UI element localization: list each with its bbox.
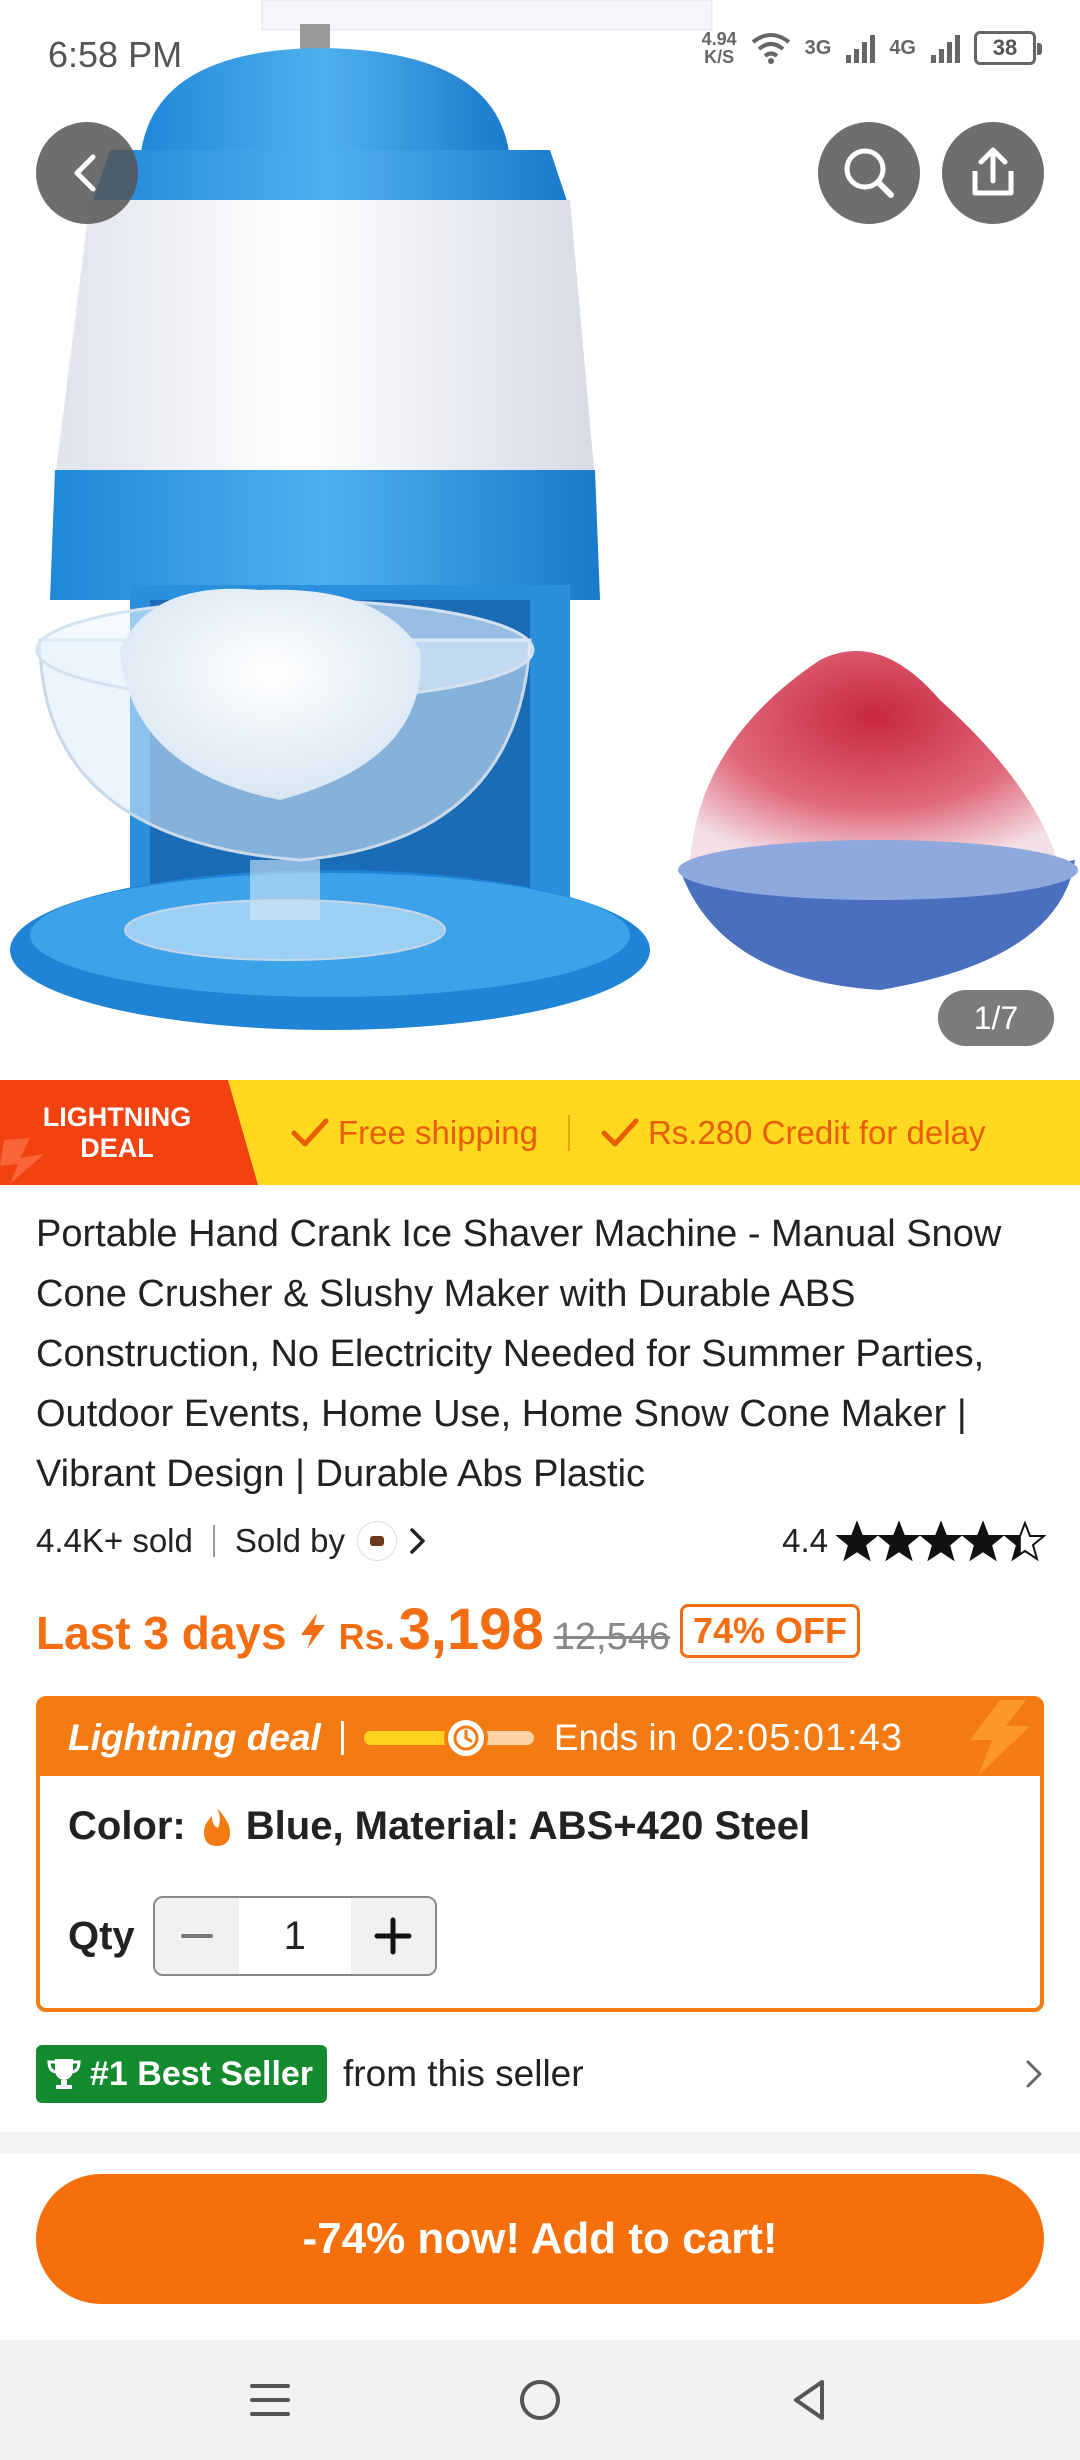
star-half-icon	[1004, 1520, 1046, 1562]
checkmark-icon	[291, 1118, 329, 1146]
best-seller-row[interactable]: #1 Best Seller from this seller	[36, 2044, 1046, 2104]
price-row: Last 3 days Rs. 3,198 12,546 74% OFF	[36, 1596, 861, 1666]
product-meta-row: 4.4K+ sold Sold by 4.4	[36, 1516, 1046, 1566]
lightning-deal-box: Lightning deal Ends in 02:05:01:43 Color…	[36, 1696, 1044, 2012]
rating-stars	[836, 1520, 1046, 1562]
sold-by-label[interactable]: Sold by	[235, 1522, 345, 1560]
quantity-value[interactable]: 1	[238, 1898, 351, 1974]
nav-back-button[interactable]	[770, 2364, 850, 2436]
lightning-deal-label: Lightning deal	[68, 1717, 321, 1758]
star-filled-icon	[878, 1520, 920, 1562]
lightning-bolt-decoration-icon	[970, 1700, 1030, 1776]
seller-logo[interactable]	[356, 1521, 397, 1561]
banner-benefits: Free shipping Rs.280 Credit for delay	[290, 1080, 985, 1185]
quantity-label: Qty	[68, 1913, 135, 1958]
product-image-gallery[interactable]: 6:58 PM 4.94 K/S 3G 4G 38 1/7	[0, 0, 1080, 1080]
signal-3g-label: 3G	[804, 36, 832, 59]
trophy-icon	[47, 2059, 81, 2089]
quantity-stepper[interactable]: 1	[152, 1896, 437, 1976]
discount-badge: 74% OFF	[680, 1604, 861, 1658]
best-seller-badge: #1 Best Seller	[36, 2045, 328, 2103]
selected-color-value: Blue, Material: ABS+420 Steel	[245, 1804, 811, 1848]
share-icon	[972, 147, 1014, 196]
status-bar: 6:58 PM 4.94 K/S 3G 4G 38	[0, 0, 1080, 110]
bottom-action-bar: -74% now! Add to cart!	[0, 2154, 1080, 2340]
signal-bars-icon	[931, 35, 960, 63]
increase-quantity-button[interactable]	[350, 1898, 435, 1974]
header-divider	[340, 1721, 344, 1755]
banner-divider	[567, 1114, 570, 1151]
image-page-indicator: 1/7	[938, 990, 1054, 1046]
product-title: Portable Hand Crank Ice Shaver Machine -…	[36, 1213, 1002, 1495]
best-seller-label: #1 Best Seller	[90, 2054, 314, 2093]
best-seller-text: from this seller	[343, 2053, 584, 2094]
checkmark-icon	[601, 1118, 639, 1146]
countdown-timer: 02:05:01:43	[691, 1716, 903, 1759]
last-days-label: Last 3 days	[36, 1607, 287, 1659]
free-shipping-text: Free shipping	[338, 1113, 538, 1151]
current-price: 3,198	[398, 1597, 544, 1662]
deal-banner: LIGHTNING DEAL Free shipping Rs.280 Cred…	[0, 1080, 1080, 1185]
rating-value: 4.4	[782, 1522, 828, 1559]
lightning-deal-tag: LIGHTNING DEAL	[0, 1080, 258, 1185]
battery-icon: 38	[974, 31, 1042, 65]
signal-4g-label: 4G	[889, 36, 916, 59]
color-option-row[interactable]: Color: Blue, Material: ABS+420 Steel	[68, 1804, 810, 1849]
sold-count: 4.4K+ sold	[36, 1522, 193, 1559]
decrease-quantity-button[interactable]	[154, 1898, 239, 1974]
flame-icon	[203, 1807, 230, 1846]
network-speed-value: 4.94	[701, 29, 737, 49]
quantity-row: Qty 1	[68, 1896, 437, 1976]
star-filled-icon	[836, 1520, 878, 1562]
share-button[interactable]	[942, 122, 1044, 224]
lightning-deal-header: Lightning deal Ends in 02:05:01:43	[40, 1700, 1040, 1776]
back-button[interactable]	[36, 122, 138, 224]
status-icons: 4.94 K/S 3G 4G 38	[702, 30, 1042, 66]
network-speed: 4.94 K/S	[702, 30, 737, 66]
lightning-bolt-icon	[300, 1613, 325, 1649]
nav-menu-button[interactable]	[230, 2364, 310, 2436]
original-price: 12,546	[553, 1616, 670, 1658]
deal-progress-bar	[363, 1716, 534, 1760]
search-icon	[844, 148, 894, 198]
color-label: Color:	[68, 1804, 186, 1848]
section-divider	[0, 2132, 1080, 2154]
minus-icon	[180, 1934, 213, 1938]
network-speed-unit: K/S	[704, 47, 735, 67]
home-circle-icon	[520, 2380, 560, 2420]
star-filled-icon	[962, 1520, 1004, 1562]
status-time: 6:58 PM	[48, 34, 183, 75]
price-currency: Rs.	[338, 1616, 395, 1657]
lightning-tag-text: LIGHTNING DEAL	[0, 1102, 234, 1164]
search-button[interactable]	[818, 122, 920, 224]
back-triangle-icon	[794, 2380, 824, 2420]
lightning-tag-line1: LIGHTNING	[42, 1102, 192, 1132]
credit-for-delay-text: Rs.280 Credit for delay	[647, 1113, 986, 1151]
star-filled-icon	[920, 1520, 962, 1562]
lightning-tag-line2: DEAL	[80, 1133, 154, 1163]
menu-icon	[250, 2384, 290, 2416]
plus-icon	[374, 1917, 412, 1955]
add-to-cart-button[interactable]: -74% now! Add to cart!	[36, 2174, 1044, 2304]
system-navigation-bar	[0, 2340, 1080, 2460]
meta-divider	[212, 1525, 215, 1557]
clock-icon	[443, 1716, 488, 1760]
product-rating[interactable]: 4.4	[782, 1520, 1046, 1562]
nav-home-button[interactable]	[500, 2364, 580, 2436]
chevron-left-icon	[74, 154, 96, 192]
chevron-right-icon[interactable]	[1022, 2058, 1046, 2090]
chevron-right-icon[interactable]	[407, 1526, 429, 1556]
wifi-icon	[751, 33, 790, 64]
ends-in-label: Ends in	[553, 1717, 678, 1758]
signal-bars-icon	[846, 35, 876, 63]
